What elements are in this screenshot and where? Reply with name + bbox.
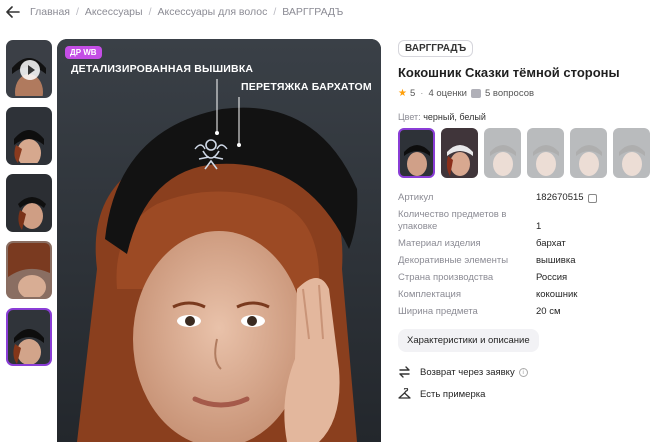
- color-swatches: [398, 128, 650, 178]
- breadcrumb-brand[interactable]: ВАРГГРАДЪ: [282, 6, 343, 18]
- breadcrumb-home[interactable]: Главная: [30, 6, 70, 18]
- breadcrumb-separator: /: [75, 6, 79, 18]
- thumbnail-image: [14, 130, 44, 163]
- swatch-image: [576, 145, 602, 176]
- color-label: Цвет:: [398, 112, 421, 122]
- rating-row: ★ 5 · 4 оценки 5 вопросов: [398, 88, 650, 99]
- spec-value: кокошник: [536, 289, 578, 300]
- product-info: ВАРГГРАДЪ Кокошник Сказки тёмной стороны…: [398, 38, 650, 400]
- spec-key: Материал изделия: [398, 238, 481, 249]
- return-icon: [399, 366, 410, 378]
- spec-row: Декоративные элементы вышивка: [398, 255, 650, 267]
- breadcrumb-accessories[interactable]: Аксессуары: [85, 6, 143, 18]
- spec-key: Страна производства: [398, 272, 494, 283]
- spec-row: Ширина предмета 20 см: [398, 306, 650, 318]
- characteristics-button[interactable]: Характеристики и описание: [398, 329, 539, 352]
- thumbnail-image: [8, 243, 50, 297]
- swatch-variant-5[interactable]: [570, 128, 607, 178]
- spec-value: Россия: [536, 272, 568, 283]
- reviews-link[interactable]: 4 оценки: [428, 88, 467, 99]
- promo-badge: ДР WB: [65, 46, 102, 59]
- product-title: Кокошник Сказки тёмной стороны: [398, 65, 620, 80]
- specs-table: Артикул 182670515 Количество предметов в…: [398, 192, 650, 318]
- hanger-icon: [398, 388, 411, 399]
- brand-link[interactable]: ВАРГГРАДЪ: [398, 40, 474, 57]
- copy-icon[interactable]: [587, 193, 597, 203]
- return-option[interactable]: Возврат через заявку i: [398, 366, 650, 378]
- spec-row: Материал изделия бархат: [398, 238, 650, 250]
- spec-key: Количество предметов в упаковке: [398, 209, 507, 232]
- thumbnail-image-4[interactable]: [6, 241, 52, 299]
- spec-key: Артикул: [398, 192, 434, 203]
- fitting-option: Есть примерка: [398, 388, 650, 400]
- caption-embroidery: ДЕТАЛИЗИРОВАННАЯ ВЫШИВКА: [71, 63, 254, 75]
- spec-key: Комплектация: [398, 289, 462, 300]
- questions-link[interactable]: 5 вопросов: [485, 88, 534, 99]
- thumbnail-image-5[interactable]: [6, 308, 52, 366]
- swatch-image: [490, 145, 516, 176]
- spec-key: Ширина предмета: [398, 306, 478, 317]
- swatch-image: [404, 145, 430, 176]
- swatch-variant-3[interactable]: [484, 128, 521, 178]
- article-number: 182670515: [536, 192, 584, 203]
- swatch-white[interactable]: [441, 128, 478, 178]
- swatch-variant-4[interactable]: [527, 128, 564, 178]
- spec-value: 1: [536, 221, 542, 232]
- star-icon: ★: [398, 88, 407, 99]
- spec-row: Артикул 182670515: [398, 192, 650, 204]
- main-product-image[interactable]: ДР WB ДЕТАЛИЗИРОВАННАЯ ВЫШИВКА ПЕРЕТЯЖКА…: [57, 39, 381, 442]
- breadcrumb: Главная / Аксессуары / Аксессуары для во…: [6, 4, 343, 20]
- thumbnail-list: [6, 40, 52, 375]
- questions-icon: [470, 89, 481, 98]
- rating-value: 5: [409, 88, 416, 99]
- swatch-variant-6[interactable]: [613, 128, 650, 178]
- thumbnail-video[interactable]: [6, 40, 52, 98]
- spec-row: Комплектация кокошник: [398, 289, 650, 301]
- return-label: Возврат через заявку: [420, 366, 515, 378]
- breadcrumb-hair-accessories[interactable]: Аксессуары для волос: [157, 6, 267, 18]
- breadcrumb-separator: /: [273, 6, 277, 18]
- spec-key: Декоративные элементы: [398, 255, 509, 266]
- back-arrow-icon[interactable]: [6, 4, 22, 20]
- spec-value: 20 см: [536, 306, 561, 317]
- thumbnail-image-2[interactable]: [6, 107, 52, 165]
- thumbnail-image: [18, 197, 46, 230]
- spec-value: вышивка: [536, 255, 576, 266]
- spec-value: бархат: [536, 238, 566, 249]
- info-icon[interactable]: i: [518, 367, 528, 377]
- swatch-image: [446, 145, 473, 176]
- swatch-image: [533, 145, 559, 176]
- spec-row: Страна производства Россия: [398, 272, 650, 284]
- model-photo: [57, 39, 381, 442]
- caption-velvet: ПЕРЕТЯЖКА БАРХАТОМ: [241, 81, 372, 93]
- spec-row: Количество предметов в упаковке 1: [398, 209, 650, 233]
- color-value: черный, белый: [423, 112, 486, 122]
- spec-value: 182670515: [536, 192, 597, 204]
- thumbnail-image-3[interactable]: [6, 174, 52, 232]
- separator-dot: ·: [420, 88, 424, 99]
- breadcrumb-separator: /: [148, 6, 152, 18]
- fitting-label: Есть примерка: [420, 388, 486, 400]
- swatch-image: [619, 145, 645, 176]
- color-row: Цвет: черный, белый: [398, 112, 650, 122]
- thumbnail-image: [13, 329, 44, 364]
- swatch-black[interactable]: [398, 128, 435, 178]
- play-icon: [20, 60, 40, 80]
